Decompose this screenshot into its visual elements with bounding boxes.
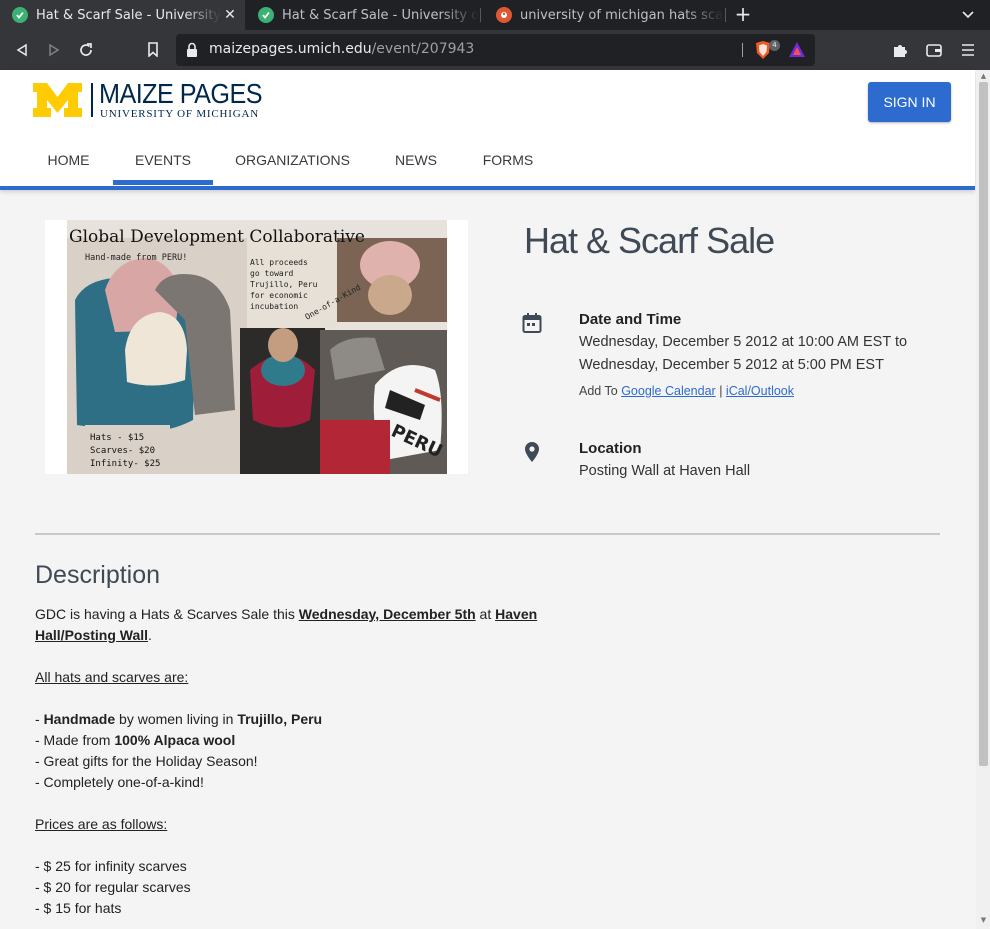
brave-rewards-icon[interactable]	[788, 41, 806, 59]
scroll-thumb[interactable]	[979, 82, 988, 766]
list-item: - Handmade by women living in Trujillo, …	[35, 711, 323, 727]
date-time-label: Date and Time	[579, 311, 682, 328]
tab-2[interactable]: Hat & Scarf Sale - University of Michiga…	[246, 0, 479, 30]
bookmark-icon[interactable]	[141, 38, 165, 62]
event-title: Hat & Scarf Sale	[524, 220, 775, 261]
site-favicon-icon	[12, 7, 28, 23]
calendar-icon	[522, 313, 542, 333]
new-tab-icon[interactable]: +	[732, 3, 754, 25]
sign-in-button[interactable]: SIGN IN	[868, 82, 951, 122]
sale-place: Haven	[495, 606, 538, 622]
nav-organizations[interactable]: ORGANIZATIONS	[228, 140, 357, 185]
scroll-up-icon[interactable]: ▲	[979, 72, 988, 80]
wallet-icon[interactable]	[922, 38, 946, 62]
logo-title[interactable]: MAIZE PAGES	[99, 78, 263, 110]
ical-outlook-link[interactable]: iCal/Outlook	[726, 384, 794, 398]
description-heading: Description	[35, 561, 161, 589]
nav-home[interactable]: HOME	[40, 140, 97, 185]
address-bar[interactable]: maizepages.umich.edu/event/207943 4	[176, 34, 815, 66]
google-calendar-link[interactable]: Google Calendar	[621, 384, 716, 398]
nav-forms[interactable]: FORMS	[476, 140, 540, 185]
all-hats-heading: All hats and scarves are:	[35, 669, 189, 685]
tab-divider	[725, 8, 726, 22]
date-start: Wednesday, December 5 2012 at 10:00 AM E…	[579, 334, 908, 350]
tab-title: Hat & Scarf Sale - University of Michiga…	[36, 7, 221, 23]
poster-title: Global Development Collaborative	[69, 227, 365, 247]
poster-price-infinity: Infinity- $25	[90, 459, 160, 469]
tab-3[interactable]: university of michigan hats scarves	[484, 0, 724, 30]
duckduckgo-favicon-icon	[496, 7, 512, 23]
tab-title: Hat & Scarf Sale - University of Michiga…	[282, 7, 479, 23]
location-label: Location	[579, 440, 642, 457]
tab-title: university of michigan hats scarves	[520, 7, 724, 23]
page-scrollbar[interactable]: ▲ ▼	[976, 70, 990, 929]
list-item: - Made from 100% Alpaca wool	[35, 732, 236, 748]
url-text: maizepages.umich.edu/event/207943	[209, 41, 475, 57]
tab-divider	[480, 8, 481, 22]
site-favicon-icon	[258, 7, 274, 23]
add-to-label: Add To	[579, 384, 618, 398]
browser-toolbar: maizepages.umich.edu/event/207943 4	[0, 30, 990, 70]
reload-icon[interactable]	[74, 38, 98, 62]
link-separator: |	[719, 384, 723, 398]
nav-news[interactable]: NEWS	[388, 140, 444, 185]
poster-price-hats: Hats - $15	[90, 433, 144, 443]
list-item: - $ 20 for regular scarves	[35, 879, 191, 895]
poster-subtitle: Hand-made from PERU!	[85, 253, 187, 263]
nav-events[interactable]: EVENTS	[113, 140, 213, 185]
section-divider	[35, 533, 940, 535]
site-header: MAIZE PAGES UNIVERSITY OF MICHIGAN SIGN …	[0, 70, 975, 190]
list-item: - Completely one-of-a-kind!	[35, 774, 204, 790]
location-pin-icon	[525, 442, 539, 462]
location-value: Posting Wall at Haven Hall	[579, 463, 751, 479]
prices-heading: Prices are as follows:	[35, 816, 168, 832]
tab-active[interactable]: Hat & Scarf Sale - University of Michiga…	[0, 0, 245, 30]
description-body: GDC is having a Hats & Scarves Sale this…	[35, 604, 575, 919]
nav-underline	[0, 186, 975, 190]
tab-search-chevron-icon[interactable]	[958, 5, 978, 25]
forward-icon[interactable]	[42, 38, 66, 62]
extensions-puzzle-icon[interactable]	[888, 38, 912, 62]
lock-icon	[187, 42, 197, 57]
main-nav: HOME EVENTS ORGANIZATIONS NEWS FORMS	[0, 140, 975, 185]
list-item: - Great gifts for the Holiday Season!	[35, 753, 258, 769]
logo-subtitle: UNIVERSITY OF MICHIGAN	[100, 108, 259, 120]
date-end: Wednesday, December 5 2012 at 5:00 PM ES…	[579, 357, 884, 373]
sale-date: Wednesday, December 5th	[298, 606, 476, 622]
back-icon[interactable]	[10, 38, 34, 62]
list-item: - $ 25 for infinity scarves	[35, 858, 187, 874]
shields-count-badge: 4	[769, 40, 780, 51]
logo-divider	[91, 83, 93, 117]
michigan-block-m-logo-icon[interactable]	[33, 83, 82, 117]
scroll-down-icon[interactable]: ▼	[979, 916, 988, 924]
browser-tab-strip: Hat & Scarf Sale - University of Michiga…	[0, 0, 990, 30]
add-to-calendar: Add To Google Calendar | iCal/Outlook	[579, 384, 794, 398]
event-poster-image[interactable]: Global Development Collaborative Hand-ma…	[45, 220, 468, 474]
close-tab-icon[interactable]: ✕	[221, 7, 239, 23]
list-item: - $ 15 for hats	[35, 900, 122, 916]
poster-price-scarves: Scarves- $20	[90, 446, 155, 456]
menu-hamburger-icon[interactable]	[956, 38, 980, 62]
